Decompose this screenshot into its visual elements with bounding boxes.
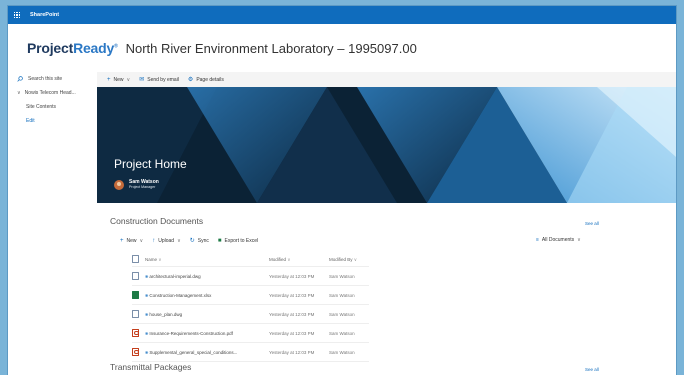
settings-icon: ⚙ bbox=[187, 77, 194, 83]
modified-cell: Yesterday at 12:03 PM bbox=[269, 342, 329, 362]
plus-icon: + bbox=[120, 237, 124, 244]
filter-icon: ≡ bbox=[536, 237, 539, 243]
modified-by-cell[interactable]: Sam Watson bbox=[329, 304, 369, 324]
upload-button[interactable]: ↑ Upload ∨ bbox=[152, 238, 181, 244]
sync-button[interactable]: ↻ Sync bbox=[189, 237, 209, 245]
send-by-email-button[interactable]: ✉ Send by email bbox=[139, 76, 179, 84]
mail-icon: ✉ bbox=[139, 77, 145, 83]
modified-by-cell[interactable]: Sam Watson bbox=[329, 285, 369, 305]
new-item-icon: ❋ bbox=[145, 292, 149, 298]
file-name-link[interactable]: house_plan.dwg bbox=[149, 312, 182, 317]
app-launcher-icon[interactable] bbox=[8, 6, 26, 24]
hero-background bbox=[97, 87, 676, 203]
modified-cell: Yesterday at 12:03 PM bbox=[269, 304, 329, 324]
suite-title[interactable]: SharePoint bbox=[30, 12, 59, 18]
export-to-excel-button[interactable]: ■ Export to Excel bbox=[218, 238, 258, 244]
nav-edit-link[interactable]: Edit bbox=[8, 114, 97, 128]
modified-by-column-header[interactable]: Modified By ∨ bbox=[329, 253, 369, 267]
table-row[interactable]: ❋house_plan.dwg Yesterday at 12:03 PM Sa… bbox=[132, 304, 369, 324]
sync-icon: ↻ bbox=[189, 238, 195, 244]
dwg-file-icon bbox=[132, 271, 139, 280]
avatar bbox=[114, 179, 124, 190]
excel-file-icon bbox=[132, 290, 139, 299]
new-item-icon: ❋ bbox=[145, 349, 149, 355]
documents-command-bar: + New ∨ ↑ Upload ∨ ↻ Sync ■ Export to Excel bbox=[120, 237, 267, 245]
search-placeholder: Search this site bbox=[28, 76, 63, 82]
nav-item-hub-site[interactable]: ∨ Nowis Telecom Head... bbox=[8, 86, 97, 100]
nav-item-site-contents[interactable]: Site Contents bbox=[8, 100, 97, 114]
hero-banner: Project Home Sam Watson Project Manager bbox=[97, 87, 676, 203]
nav-item-label: Nowis Telecom Head... bbox=[24, 90, 76, 96]
upload-icon: ↑ bbox=[152, 237, 156, 244]
modified-by-cell[interactable]: Sam Watson bbox=[329, 266, 369, 286]
modified-by-cell[interactable]: Sam Watson bbox=[329, 342, 369, 362]
documents-list: Name ∨ Modified ∨ Modified By ∨ ❋archite… bbox=[132, 253, 369, 362]
table-row[interactable]: ❋Construction-Management.xlsx Yesterday … bbox=[132, 285, 369, 305]
new-item-icon: ❋ bbox=[145, 273, 149, 279]
doc-new-button[interactable]: + New ∨ bbox=[120, 238, 143, 244]
nav-item-label: Site Contents bbox=[26, 104, 57, 110]
site-header: ProjectReady® North River Environment La… bbox=[8, 24, 676, 72]
documents-see-all-link[interactable]: See all bbox=[585, 221, 599, 226]
pdf-file-icon bbox=[132, 347, 139, 356]
plus-icon: + bbox=[107, 76, 111, 83]
site-search-box[interactable]: Search this site bbox=[8, 72, 97, 86]
transmittals-section-title[interactable]: Transmittal Packages bbox=[110, 362, 191, 372]
chevron-down-icon: ∨ bbox=[577, 237, 581, 243]
name-column-header[interactable]: Name ∨ bbox=[145, 253, 269, 267]
new-button[interactable]: + New ∨ bbox=[107, 77, 130, 83]
hero-title: Project Home bbox=[114, 157, 187, 171]
suite-bar: SharePoint bbox=[8, 6, 676, 24]
dwg-file-icon bbox=[132, 309, 139, 318]
pdf-file-icon bbox=[132, 328, 139, 337]
left-navigation: Search this site ∨ Nowis Telecom Head...… bbox=[8, 72, 97, 375]
documents-section-title[interactable]: Construction Documents bbox=[110, 216, 203, 226]
site-title[interactable]: North River Environment Laboratory – 199… bbox=[126, 41, 417, 56]
table-row[interactable]: ❋Supplemental_general_special_conditions… bbox=[132, 342, 369, 362]
person-role: Project Manager bbox=[129, 185, 156, 189]
table-row[interactable]: ❋architectural-imperial.dwg Yesterday at… bbox=[132, 266, 369, 286]
file-name-link[interactable]: Construction-Management.xlsx bbox=[149, 293, 211, 298]
file-name-link[interactable]: Insurance-Requirements-Construction.pdf bbox=[149, 331, 233, 336]
file-type-header[interactable] bbox=[132, 253, 145, 267]
chevron-down-icon: ∨ bbox=[177, 237, 181, 244]
view-selector[interactable]: ≡ All Documents ∨ bbox=[536, 237, 581, 243]
project-manager-card[interactable]: Sam Watson Project Manager bbox=[114, 179, 159, 190]
modified-cell: Yesterday at 12:03 PM bbox=[269, 285, 329, 305]
modified-column-header[interactable]: Modified ∨ bbox=[269, 253, 329, 267]
new-item-icon: ❋ bbox=[145, 311, 149, 317]
sharepoint-window: SharePoint ProjectReady® North River Env… bbox=[8, 6, 676, 375]
file-name-link[interactable]: Supplemental_general_special_conditions.… bbox=[149, 350, 237, 355]
modified-cell: Yesterday at 12:03 PM bbox=[269, 323, 329, 343]
view-label: All Documents bbox=[541, 237, 575, 243]
modified-by-cell[interactable]: Sam Watson bbox=[329, 323, 369, 343]
file-icon bbox=[132, 255, 139, 263]
table-row[interactable]: ❋Insurance-Requirements-Construction.pdf… bbox=[132, 323, 369, 343]
search-icon bbox=[17, 76, 23, 82]
list-header-row: Name ∨ Modified ∨ Modified By ∨ bbox=[132, 253, 369, 267]
chevron-down-icon: ∨ bbox=[139, 237, 144, 244]
new-item-icon: ❋ bbox=[145, 330, 149, 336]
chevron-down-icon[interactable]: ∨ bbox=[17, 90, 21, 96]
excel-icon: ■ bbox=[217, 237, 222, 244]
projectready-logo[interactable]: ProjectReady® bbox=[27, 40, 118, 56]
transmittals-see-all-link[interactable]: See all bbox=[585, 367, 599, 372]
modified-cell: Yesterday at 12:03 PM bbox=[269, 266, 329, 286]
file-name-link[interactable]: architectural-imperial.dwg bbox=[149, 274, 200, 279]
chevron-down-icon: ∨ bbox=[126, 76, 131, 83]
page-command-bar: + New ∨ ✉ Send by email ⚙ Page details bbox=[97, 72, 676, 87]
page-details-button[interactable]: ⚙ Page details bbox=[187, 76, 224, 84]
